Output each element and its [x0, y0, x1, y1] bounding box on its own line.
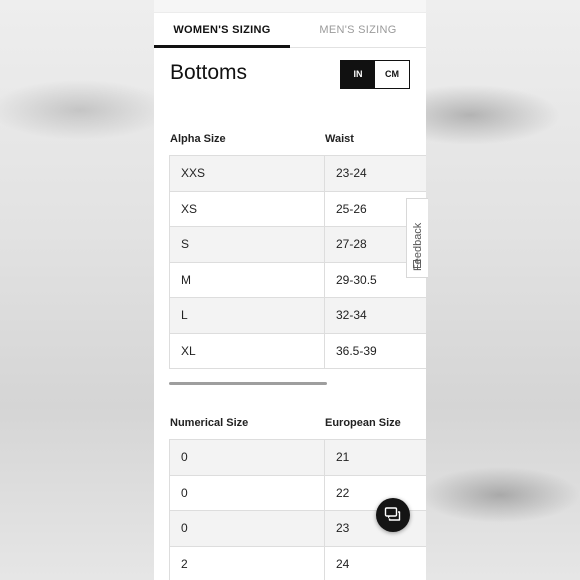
- horizontal-scrollbar[interactable]: [169, 382, 327, 385]
- numerical-size-header: Numerical Size: [170, 417, 249, 429]
- size-guide-panel: WOMEN'S SIZING MEN'S SIZING Bottoms IN C…: [154, 0, 426, 580]
- feedback-label: Feedback: [412, 222, 424, 271]
- feedback-tab[interactable]: ✎ Feedback: [406, 198, 428, 278]
- alpha-size-table: XXS 23-24 XS 25-26 S 27-28 M 29-30.5 L 32-34 …: [169, 155, 426, 369]
- unit-cm-button[interactable]: CM: [375, 61, 409, 88]
- size-cell: XS: [181, 201, 198, 216]
- unit-toggle: IN CM: [340, 60, 410, 89]
- table-row: XL 36.5-39: [169, 333, 426, 369]
- size-cell: 2: [181, 556, 188, 571]
- size-cell: L: [181, 308, 188, 322]
- section-title: Bottoms: [170, 61, 248, 84]
- top-strip: [154, 0, 426, 13]
- european-size-cell: 23: [336, 521, 350, 535]
- tab-womens-sizing[interactable]: WOMEN'S SIZING: [154, 14, 290, 48]
- european-size-header: European Size: [325, 417, 401, 429]
- sizing-tabs: WOMEN'S SIZING MEN'S SIZING: [154, 14, 426, 48]
- chat-bubbles-icon: [384, 507, 401, 521]
- unit-in-button[interactable]: IN: [341, 61, 375, 88]
- waist-cell: 29-30.5: [336, 272, 377, 287]
- european-size-cell: 21: [336, 450, 350, 464]
- waist-cell: 27-28: [336, 237, 367, 251]
- size-cell: 0: [181, 521, 188, 535]
- table-row: XS 25-26: [169, 191, 426, 227]
- table-row: 2 24: [169, 546, 426, 580]
- waist-header: Waist: [325, 133, 354, 145]
- table-row: M 29-30.5: [169, 262, 426, 298]
- waist-cell: 23-24: [336, 166, 367, 180]
- table-row: L 32-34: [169, 298, 426, 334]
- alpha-size-header: Alpha Size: [170, 133, 226, 145]
- size-cell: S: [181, 237, 190, 251]
- size-cell: XXS: [181, 166, 206, 180]
- european-size-cell: 22: [336, 485, 350, 500]
- size-cell: M: [181, 272, 191, 287]
- table-row: XXS 23-24: [169, 156, 426, 192]
- european-size-cell: 24: [336, 556, 350, 571]
- waist-cell: 25-26: [336, 201, 367, 216]
- size-cell: 0: [181, 485, 188, 500]
- chat-button[interactable]: [376, 498, 410, 532]
- size-cell: 0: [181, 450, 188, 464]
- table-row: S 27-28: [169, 227, 426, 263]
- size-cell: XL: [181, 343, 196, 358]
- waist-cell: 32-34: [336, 308, 367, 322]
- waist-cell: 36.5-39: [336, 343, 377, 358]
- table-row: 0 21: [169, 440, 426, 476]
- tab-mens-sizing[interactable]: MEN'S SIZING: [290, 14, 426, 48]
